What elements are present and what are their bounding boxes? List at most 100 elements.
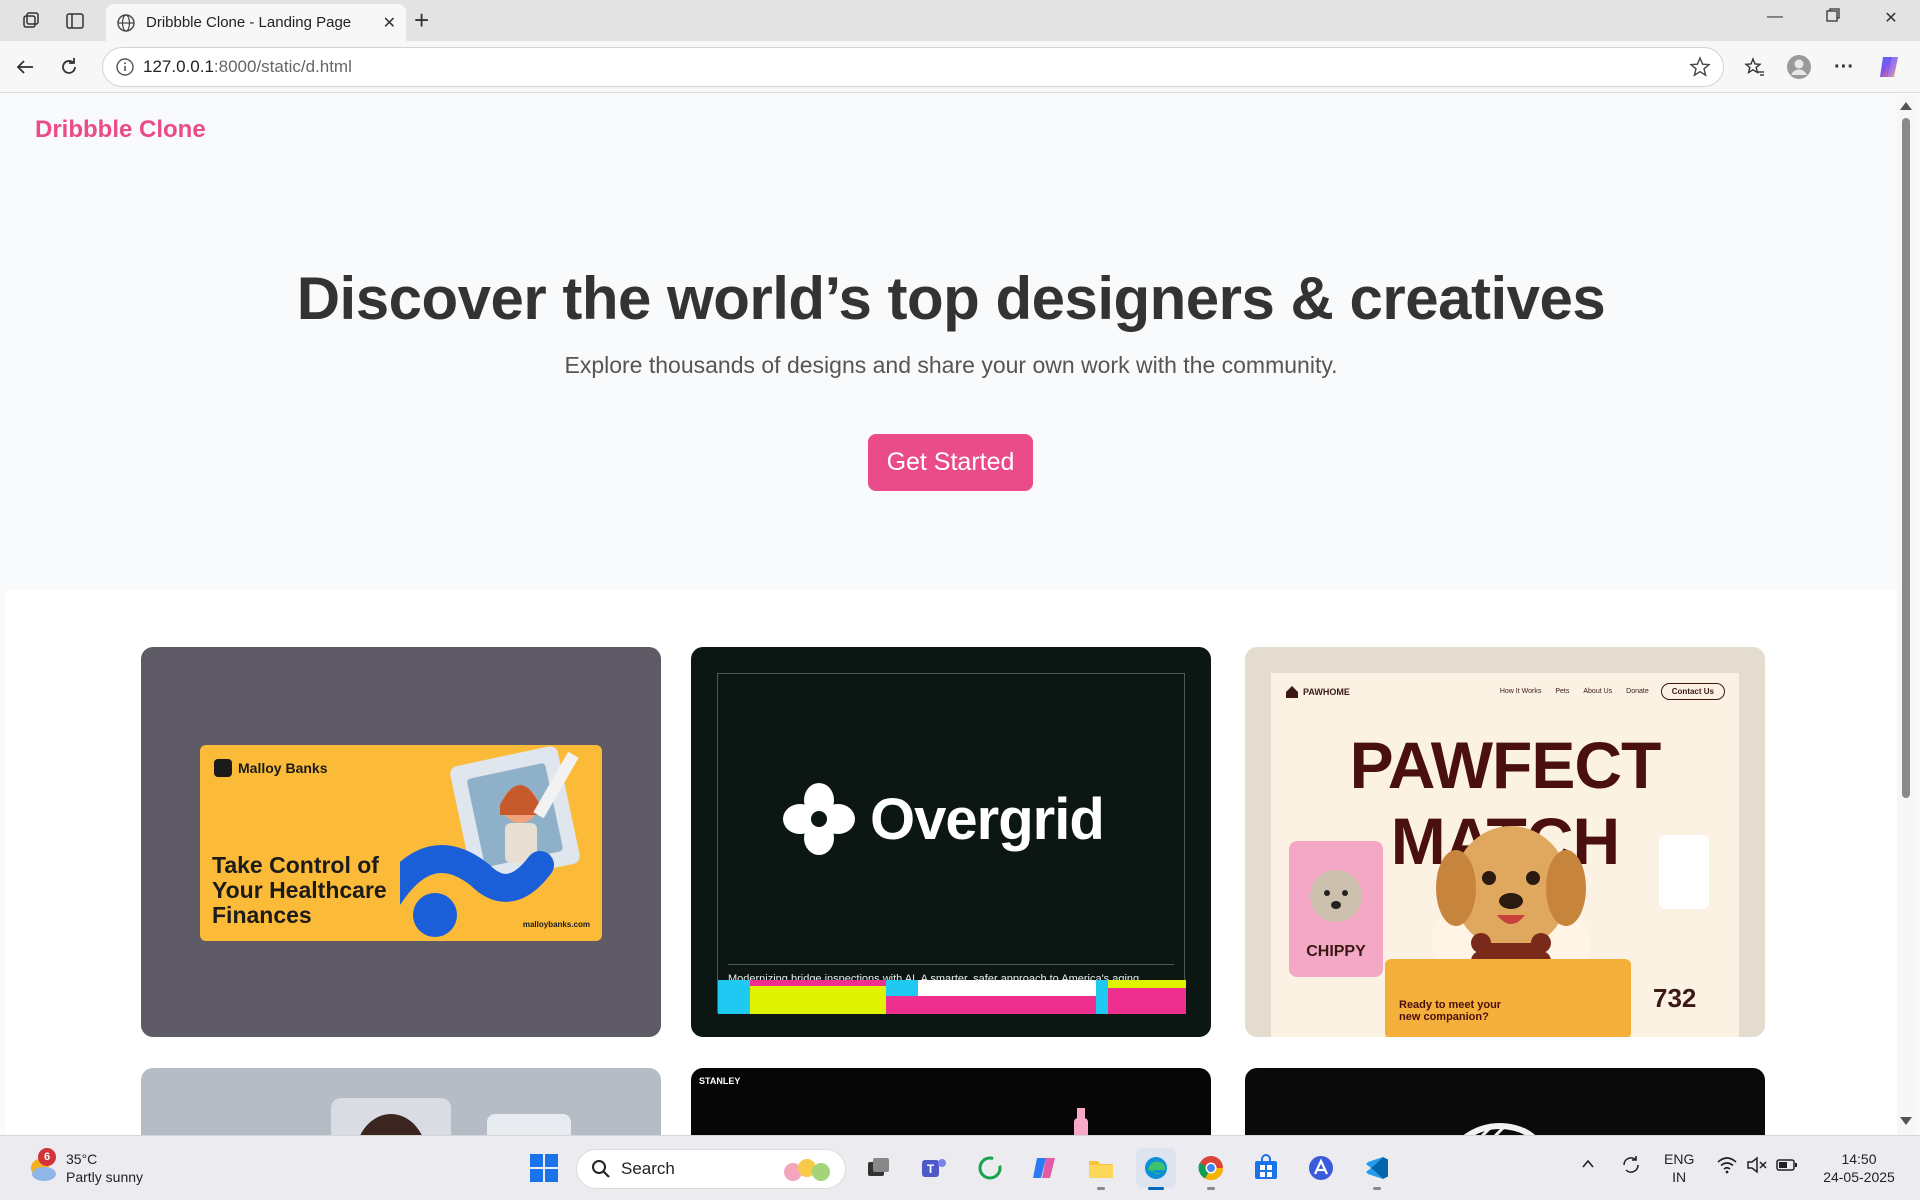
teams-icon[interactable]: T [914,1148,954,1188]
copilot-app-icon[interactable] [1025,1148,1065,1188]
overgrid-wordmark: Overgrid [782,782,1105,856]
new-tab-icon[interactable]: + [414,6,429,34]
close-tab-icon[interactable]: ✕ [383,13,396,33]
sneaker-illustration [1463,1123,1536,1135]
active-indicator [1148,1187,1164,1190]
copilot-icon[interactable] [1874,52,1904,82]
portrait-thumbnail [331,1098,571,1135]
language-bottom: IN [1672,1169,1687,1185]
pawhome-nav-item: About Us [1583,688,1613,695]
scroll-down-arrow-icon[interactable] [1900,1117,1912,1125]
hero-subtitle: Explore thousands of designs and share y… [564,352,1338,378]
windows-start-icon[interactable] [524,1148,564,1188]
app-a-icon[interactable] [1301,1148,1341,1188]
shot-card-portrait[interactable] [141,1068,661,1135]
overgrid-text: Overgrid [870,786,1105,852]
malloy-logo-text: Malloy Banks [238,760,328,776]
scroll-up-arrow-icon[interactable] [1900,102,1912,110]
refresh-app-icon[interactable] [970,1148,1010,1188]
overgrid-logo-icon [783,783,855,855]
battery-icon[interactable] [1776,1157,1798,1177]
get-started-button[interactable]: Get Started [868,434,1033,491]
pawhome-nav: PAWHOME How It Works Pets About Us Donat… [1285,683,1725,700]
clock[interactable]: 14:50 24-05-2025 [1814,1150,1904,1186]
shot-card-pawfect-match[interactable]: PAWHOME How It Works Pets About Us Donat… [1245,647,1765,1037]
language-indicator[interactable]: ENG IN [1664,1150,1694,1186]
browser-tabstrip: Dribbble Clone - Landing Page ✕ + — ✕ [0,0,1920,41]
pawhome-nav-item: How It Works [1499,688,1542,695]
more-options-icon[interactable]: ··· [1829,52,1859,82]
weather-text: 35°C Partly sunny [66,1150,143,1186]
hero-title: Discover the world’s top designers & cre… [296,265,1606,332]
file-explorer-icon[interactable] [1081,1148,1121,1190]
adopted-count: 732 [1653,983,1697,1013]
volume-muted-icon[interactable] [1746,1156,1768,1178]
running-indicator [1207,1187,1215,1190]
partly-sunny-icon: 6 [26,1148,58,1184]
taskbar-search[interactable]: Search [576,1149,846,1189]
brand-logo[interactable]: Dribbble Clone [35,116,206,144]
weather-widget[interactable]: 6 35°C Partly sunny [26,1148,143,1186]
chrome-icon[interactable] [1191,1148,1231,1190]
shots-gallery: Malloy Banks Take Control of Your Health… [5,590,1897,1135]
workspaces-icon[interactable] [18,8,44,34]
tab-title: Dribbble Clone - Landing Page [146,14,352,31]
companion-question: Ready to meet your new companion? [1399,999,1502,1023]
microsoft-store-icon[interactable] [1246,1148,1286,1188]
small-dog-illustration [1310,870,1362,922]
vertical-tabs-icon[interactable] [62,8,88,34]
edge-browser-icon[interactable] [1136,1148,1176,1190]
clock-date: 24-05-2025 [1823,1169,1895,1185]
page-scrollbar[interactable] [1897,94,1915,1135]
browser-tab-active[interactable]: Dribbble Clone - Landing Page ✕ [106,4,406,41]
wifi-icon[interactable] [1716,1156,1738,1178]
sync-icon[interactable] [1620,1154,1642,1180]
show-hidden-icons-chevron-icon[interactable] [1580,1156,1596,1176]
language-top: ENG [1664,1151,1695,1167]
bottle-graphic [1074,1108,1088,1135]
refresh-icon[interactable] [54,52,84,82]
pawhome-logo-text: PAWHOME [1303,686,1350,697]
close-window-icon[interactable]: ✕ [1876,8,1906,28]
back-arrow-icon[interactable] [10,52,40,82]
address-bar[interactable]: 127.0.0.1:8000/static/d.html [102,47,1724,87]
shot-card-malloy-banks[interactable]: Malloy Banks Take Control of Your Health… [141,647,661,1037]
browser-toolbar: 127.0.0.1:8000/static/d.html ··· [0,41,1920,93]
vscode-icon[interactable] [1357,1148,1397,1190]
scroll-thumb[interactable] [1902,118,1910,798]
favorite-star-icon[interactable] [1689,56,1711,83]
weather-desc: Partly sunny [66,1169,144,1185]
svg-text:T: T [927,1162,935,1176]
task-view-icon[interactable] [858,1148,898,1188]
running-indicator [1097,1187,1105,1190]
shot-headline: Take Control of Your Healthcare Finances [212,852,387,928]
site-info-icon[interactable] [115,57,135,82]
windows-taskbar: 6 35°C Partly sunny Search T ENG IN 14:5… [0,1135,1920,1200]
url-host: 127.0.0.1 [143,57,214,76]
search-highlight-icon [784,1159,830,1181]
shot-thumbnail: Overgrid Modernizing bridge inspections … [717,673,1186,1014]
page-viewport: Dribbble Clone Discover the world’s top … [5,94,1897,1135]
restore-icon[interactable] [1818,8,1848,27]
favorites-icon[interactable] [1740,52,1770,82]
shot-thumbnail: Malloy Banks Take Control of Your Health… [200,745,602,941]
shot-card-stanley[interactable]: STANLEY [691,1068,1211,1135]
pawhome-nav-item: Pets [1555,688,1570,695]
profile-avatar-icon[interactable] [1784,52,1814,82]
house-icon [1286,685,1298,698]
shot-card-overgrid[interactable]: Overgrid Modernizing bridge inspections … [691,647,1211,1037]
pawhome-nav-item: Donate [1626,688,1649,695]
shot-card-dark[interactable] [1245,1068,1765,1135]
search-icon [591,1159,611,1184]
stanley-logo: STANLEY [699,1076,741,1086]
shot-url: malloybanks.com [522,920,590,929]
pawhome-contact-pill: Contact Us [1660,683,1725,700]
healthcare-illustration [400,746,580,937]
weather-badge: 6 [38,1148,56,1166]
pet-name: CHIPPY [1306,943,1366,960]
cta-panel [1385,959,1631,1037]
weather-temp: 35°C [66,1151,98,1167]
running-indicator [1373,1187,1381,1190]
minimize-icon[interactable]: — [1760,8,1790,26]
malloy-logo: Malloy Banks [214,759,327,777]
